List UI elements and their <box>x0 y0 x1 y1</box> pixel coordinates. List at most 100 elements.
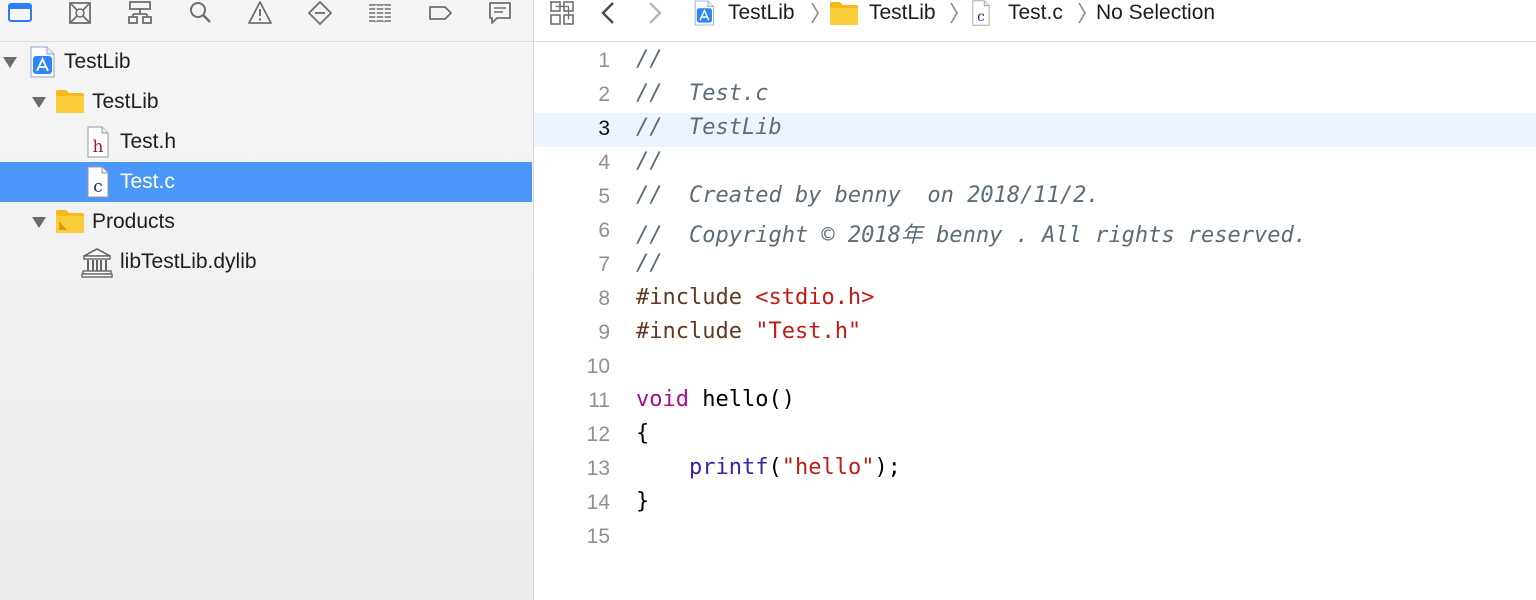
tree-item-label: TestLib <box>92 90 159 113</box>
code-text: } <box>636 489 649 514</box>
code-line[interactable]: 8 #include <stdio.h> <box>534 283 1536 317</box>
disclosure-triangle-icon[interactable] <box>2 54 18 70</box>
breadcrumb-separator-icon <box>948 0 960 26</box>
code-line[interactable]: 14} <box>534 487 1536 521</box>
disclosure-triangle-icon[interactable] <box>31 214 47 230</box>
related-items-icon[interactable] <box>548 0 576 26</box>
line-number: 7 <box>598 253 610 276</box>
code-line[interactable]: 4 // <box>534 147 1536 181</box>
code-token-comment: // <box>636 47 663 72</box>
code-token-comment: // Created by benny on 2018/11/2. <box>636 183 1100 208</box>
code-text: // <box>636 149 663 174</box>
code-line[interactable]: 3 // TestLib <box>534 113 1536 147</box>
code-line[interactable]: 15 <box>534 521 1536 555</box>
breadcrumb-file[interactable]: c Test.c <box>970 0 1063 26</box>
breadcrumb-label: Test.c <box>1008 1 1063 24</box>
line-number: 9 <box>598 321 610 344</box>
debug-icon[interactable] <box>363 0 397 26</box>
code-token-plain: { <box>636 421 650 446</box>
line-number: 4 <box>598 151 610 174</box>
code-token-comment: // Test.c <box>636 81 769 106</box>
code-token-keyword: void <box>636 387 689 412</box>
code-text: printf("hello"); <box>636 455 901 480</box>
find-icon[interactable] <box>183 0 217 26</box>
folder-icon <box>829 0 859 26</box>
project-navigator: TestLib TestLib h Test.h c Test.c Produc… <box>0 0 534 600</box>
tree-item-project-testlib[interactable]: TestLib <box>0 42 532 82</box>
breadcrumb-symbol[interactable]: No Selection <box>1096 0 1215 26</box>
code-line[interactable]: 1 // <box>534 45 1536 79</box>
breadcrumb-project[interactable]: TestLib <box>692 0 795 26</box>
c-file-icon: c <box>86 166 116 198</box>
xcode-project-icon <box>692 0 718 26</box>
tree-item-test-h[interactable]: h Test.h <box>0 122 532 162</box>
code-line[interactable]: 10 <box>534 351 1536 385</box>
breakpoint-icon[interactable] <box>423 0 457 26</box>
source-editor: TestLib TestLib c Test.c No Selection 1 … <box>534 0 1536 600</box>
svg-text:c: c <box>93 177 103 197</box>
folder-icon <box>55 88 85 120</box>
code-line[interactable]: 5 // Created by benny on 2018/11/2. <box>534 181 1536 215</box>
report-icon[interactable] <box>483 0 517 26</box>
tree-item-label: Test.h <box>120 130 177 153</box>
line-number: 12 <box>586 423 610 446</box>
tree-item-libtestlib-dylib[interactable]: libTestLib.dylib <box>0 242 532 282</box>
code-text: { <box>636 421 649 446</box>
line-number: 3 <box>598 117 610 140</box>
line-number: 14 <box>586 491 610 514</box>
go-forward-button[interactable] <box>645 0 665 26</box>
code-token-plain: ); <box>874 455 901 480</box>
breadcrumb-label: TestLib <box>869 1 936 24</box>
code-text: // Copyright © 2018年 benny . All rights … <box>636 217 1307 249</box>
code-text: // <box>636 251 663 276</box>
source-control-icon[interactable] <box>63 0 97 26</box>
code-line[interactable]: 13 printf("hello"); <box>534 453 1536 487</box>
code-token-comment: // TestLib <box>636 115 782 140</box>
code-token-plain: hello() <box>688 387 795 412</box>
code-token-comment: // Copyright © 2018年 benny . All rights … <box>636 223 1308 248</box>
code-token-comment: // <box>636 251 663 276</box>
tree-item-label: libTestLib.dylib <box>120 250 257 273</box>
line-number: 8 <box>598 287 610 310</box>
code-text: #include "Test.h" <box>636 319 861 344</box>
svg-text:h: h <box>93 137 104 157</box>
code-line[interactable]: 9 #include "Test.h" <box>534 317 1536 351</box>
breadcrumb-separator-icon <box>1076 0 1088 26</box>
code-token-comment: // <box>636 149 663 174</box>
c-file-icon: c <box>970 0 994 26</box>
issue-icon[interactable] <box>243 0 277 26</box>
line-number: 5 <box>598 185 610 208</box>
breadcrumb-label: TestLib <box>728 1 795 24</box>
tree-item-folder-testlib[interactable]: TestLib <box>0 82 532 122</box>
code-line[interactable]: 7 // <box>534 249 1536 283</box>
code-line[interactable]: 6 // Copyright © 2018年 benny . All rights… <box>534 215 1536 249</box>
tree-item-test-c[interactable]: c Test.c <box>0 162 532 202</box>
line-number: 11 <box>588 389 610 412</box>
project-navigator-icon[interactable] <box>3 0 37 26</box>
line-number: 13 <box>586 457 610 480</box>
svg-text:c: c <box>977 9 985 25</box>
line-number: 15 <box>586 525 610 548</box>
symbol-navigator-icon[interactable] <box>123 0 157 26</box>
tree-item-label: Products <box>92 210 175 233</box>
tree-item-folder-products[interactable]: Products <box>0 202 532 242</box>
breadcrumb-separator-icon <box>809 0 821 26</box>
disclosure-triangle-icon[interactable] <box>31 94 47 110</box>
code-token-string: "Test.h" <box>755 319 862 344</box>
xcode-project-icon <box>27 46 57 78</box>
code-token-string: <stdio.h> <box>755 285 875 310</box>
code-line[interactable]: 2 // Test.c <box>534 79 1536 113</box>
code-text: // Created by benny on 2018/11/2. <box>636 183 1100 208</box>
code-line[interactable]: 12 { <box>534 419 1536 453</box>
navigator-toolbar <box>0 0 533 42</box>
code-token-plain: } <box>636 489 650 514</box>
breadcrumb-group[interactable]: TestLib <box>829 0 936 26</box>
code-text: void hello() <box>636 387 795 412</box>
go-back-button[interactable] <box>598 0 618 26</box>
code-line[interactable]: 11 void hello() <box>534 385 1536 419</box>
line-number: 6 <box>598 219 610 242</box>
test-icon[interactable] <box>303 0 337 26</box>
line-number: 10 <box>586 355 610 378</box>
line-number: 2 <box>598 83 610 106</box>
code-text: // Test.c <box>636 81 768 106</box>
